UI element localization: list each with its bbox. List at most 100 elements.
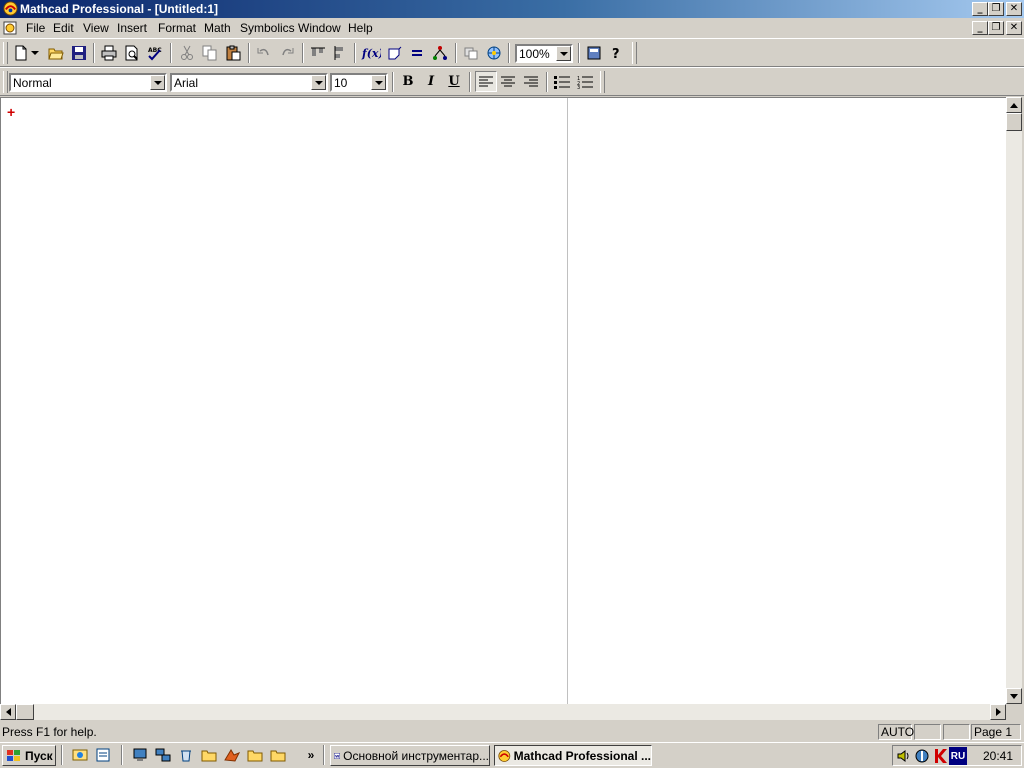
quicklaunch-item[interactable] [154,746,172,764]
quicklaunch-item[interactable] [71,746,89,764]
kaspersky-icon [935,749,947,763]
tray-volume[interactable] [895,747,913,765]
copy-region-icon [464,47,478,59]
quicklaunch-item[interactable] [246,746,264,764]
scroll-down-button[interactable] [1006,688,1022,704]
numbered-list-button[interactable]: 123 [574,71,596,92]
menu-help[interactable]: Help [348,21,373,35]
quicklaunch-item[interactable] [269,746,287,764]
quicklaunch-item[interactable] [200,746,218,764]
document-icon[interactable] [3,21,17,35]
quicklaunch-item[interactable] [223,746,241,764]
new-dropdown-button[interactable] [29,42,41,63]
insert-unit-button[interactable] [384,42,406,63]
italic-button[interactable]: I [420,71,442,92]
save-button[interactable] [68,42,90,63]
menu-symbolics[interactable]: Symbolics [240,21,295,35]
mathcad-app-icon[interactable] [3,1,18,16]
restore-button[interactable]: ❐ [988,2,1004,16]
menu-file[interactable]: File [26,21,45,35]
print-preview-icon [125,45,138,60]
paste-button[interactable] [222,42,244,63]
toolbar-grip[interactable] [3,42,8,64]
tray-antivirus[interactable] [931,747,949,765]
doc-close-button[interactable]: ✕ [1006,21,1022,35]
doc-restore-button[interactable]: ❐ [988,21,1004,35]
copy-region-button[interactable] [460,42,482,63]
close-button[interactable]: ✕ [1006,2,1022,16]
title-bar[interactable]: Mathcad Professional - [Untitled:1] _ ❐ … [0,0,1024,18]
redo-button[interactable] [276,42,298,63]
quicklaunch-item[interactable] [177,746,195,764]
arrow-right-icon [995,708,1001,716]
chevron-down-icon [374,80,383,85]
bullet-list-button[interactable] [551,71,573,92]
menu-insert[interactable]: Insert [117,21,147,35]
resource-center-button[interactable] [483,42,505,63]
insert-function-button[interactable]: f(x) [360,42,382,63]
quicklaunch-more-button[interactable]: » [304,746,318,764]
quicklaunch-item[interactable] [131,746,149,764]
menu-edit[interactable]: Edit [53,21,74,35]
undo-button[interactable] [253,42,275,63]
worksheet-area[interactable]: + [0,97,1006,705]
style-select[interactable]: Normal [9,73,167,92]
align-down-button[interactable] [328,42,350,63]
tray-network[interactable] [913,747,931,765]
clock[interactable]: 20:41 [983,749,1013,763]
font-size-dropdown-button[interactable] [371,75,386,90]
mathcad-app-icon [498,749,511,762]
horizontal-scroll-thumb[interactable] [16,704,34,720]
print-preview-button[interactable] [121,42,143,63]
font-size-select[interactable]: 10 [330,73,388,92]
insert-component-button[interactable] [429,42,451,63]
task-label: Mathcad Professional ... [513,748,651,763]
task-button-word[interactable]: W Основной инструментар... [330,745,490,766]
status-page: Page 1 [971,724,1021,740]
resource-center-icon [487,46,501,59]
calculate-button[interactable] [406,42,428,63]
menu-format[interactable]: Format [158,21,196,35]
underline-button[interactable]: U [443,71,465,92]
resource-book-button[interactable] [583,42,605,63]
bold-button[interactable]: B [397,71,419,92]
scroll-right-button[interactable] [990,704,1006,720]
menu-math[interactable]: Math [204,21,231,35]
align-center-button[interactable] [497,71,519,92]
tray-language[interactable]: RU [949,747,967,765]
page-break-line [567,98,568,705]
style-dropdown-button[interactable] [150,75,165,90]
scroll-left-button[interactable] [0,704,16,720]
toolbar-separator [248,43,250,63]
doc-minimize-button[interactable]: _ [972,21,988,35]
cut-button[interactable] [176,42,198,63]
horizontal-scrollbar[interactable] [0,704,1006,720]
start-button[interactable]: Пуск [2,745,56,766]
zoom-select[interactable]: 100% [515,44,573,63]
menu-window[interactable]: Window [298,21,341,35]
open-button[interactable] [45,42,67,63]
vertical-scrollbar[interactable] [1006,97,1022,704]
help-button[interactable]: ? [606,42,628,63]
task-label: Основной инструментар... [343,748,489,763]
toolbar-end-grip [600,71,605,93]
align-across-button[interactable] [307,42,329,63]
minimize-button[interactable]: _ [972,2,988,16]
font-dropdown-button[interactable] [311,75,326,90]
print-button[interactable] [98,42,120,63]
toolbar-grip[interactable] [3,71,8,93]
align-right-button[interactable] [520,71,542,92]
zoom-dropdown-button[interactable] [556,46,571,61]
paste-icon [226,45,241,60]
task-button-mathcad[interactable]: Mathcad Professional ... [494,745,652,766]
align-left-button[interactable] [475,71,497,92]
folder-icon [247,750,263,762]
spell-check-button[interactable]: ABC [144,42,166,63]
status-mode: AUTO [878,724,914,740]
vertical-scroll-thumb[interactable] [1006,113,1022,131]
font-select[interactable]: Arial [170,73,328,92]
copy-button[interactable] [199,42,221,63]
quicklaunch-item[interactable] [94,746,112,764]
menu-view[interactable]: View [83,21,109,35]
scroll-up-button[interactable] [1006,97,1022,113]
